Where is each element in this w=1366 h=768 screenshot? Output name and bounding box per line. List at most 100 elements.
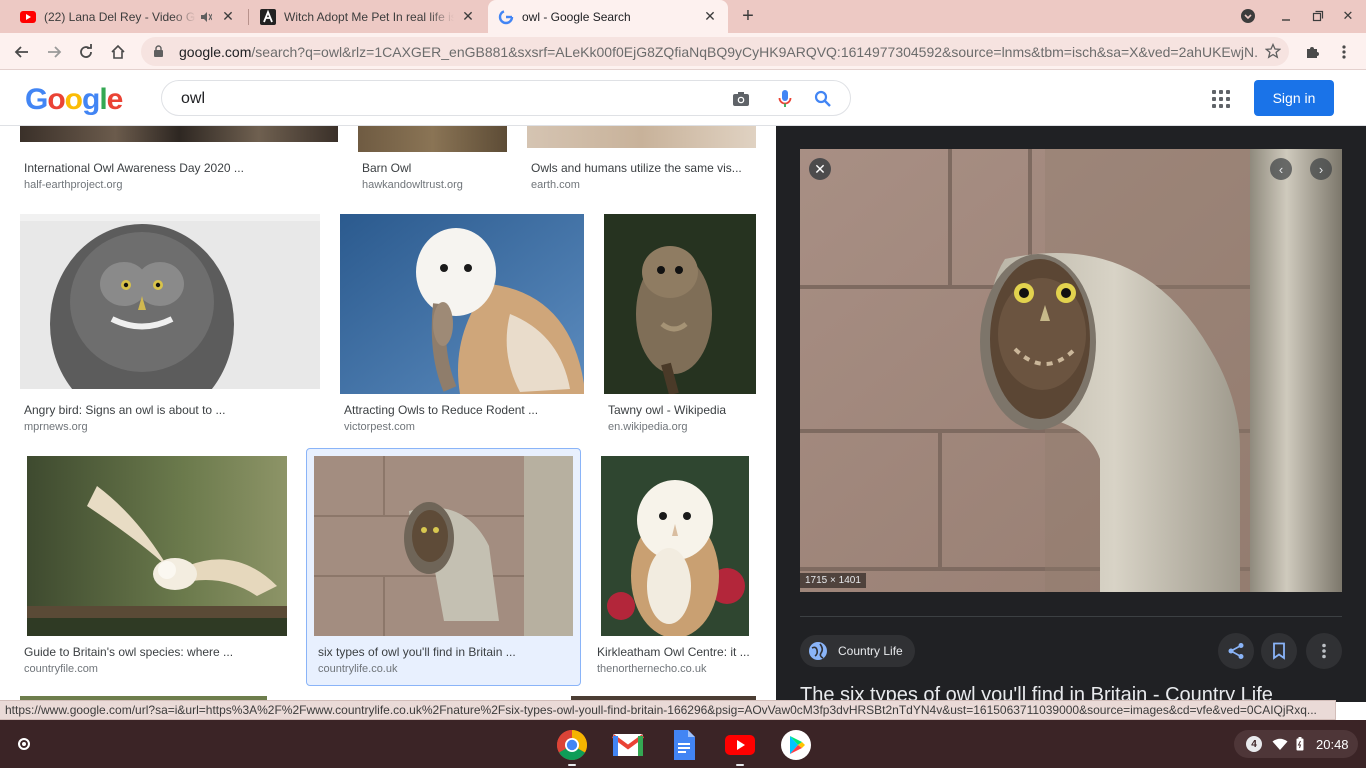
- speaker-icon[interactable]: [200, 11, 214, 23]
- result-thumbnail[interactable]: [20, 126, 338, 142]
- result-caption[interactable]: Guide to Britain's owl species: where ..…: [24, 645, 284, 659]
- tab-separator: [248, 9, 249, 25]
- kirkleatham-barn-owl-image: [601, 456, 749, 636]
- source-site-chip[interactable]: Country Life: [800, 635, 915, 667]
- result-caption[interactable]: Tawny owl - Wikipedia: [608, 403, 758, 417]
- home-icon[interactable]: [105, 39, 131, 65]
- result-thumbnail[interactable]: [358, 126, 507, 152]
- extensions-puzzle-icon[interactable]: [1299, 39, 1325, 65]
- chrome-icon[interactable]: [555, 728, 589, 766]
- back-arrow-icon[interactable]: [9, 39, 35, 65]
- bookmark-star-icon[interactable]: [1265, 43, 1281, 59]
- new-tab-button[interactable]: +: [737, 5, 759, 27]
- result-source: thenorthernecho.co.uk: [597, 663, 707, 675]
- result-caption[interactable]: six types of owl you'll find in Britain …: [318, 645, 573, 659]
- save-bookmark-icon[interactable]: [1261, 633, 1297, 669]
- browser-toolbar: google.com/search?q=owl&rlz=1CAXGER_enGB…: [0, 33, 1366, 70]
- tab-youtube[interactable]: (22) Lana Del Rey - Video Games ✕: [10, 0, 246, 33]
- chrome-menu-icon[interactable]: [1331, 39, 1357, 65]
- result-source: victorpest.com: [344, 421, 415, 433]
- gmail-icon[interactable]: [611, 728, 645, 762]
- os-shelf: 4 20:48: [0, 720, 1366, 768]
- tab-title: owl - Google Search: [522, 9, 631, 24]
- close-icon[interactable]: ✕: [220, 8, 236, 25]
- tab-adoptme[interactable]: Witch Adopt Me Pet In real life is ✕: [250, 0, 486, 33]
- tab-title: (22) Lana Del Rey - Video Games: [44, 9, 196, 24]
- battery-icon: [1296, 737, 1304, 751]
- result-thumbnail[interactable]: [604, 214, 756, 394]
- barn-owl-flying-image: [27, 456, 287, 636]
- image-preview-panel: ✕ ‹ › 1715 × 1401 Country Life The six t…: [776, 126, 1366, 702]
- camera-icon[interactable]: [731, 89, 751, 109]
- minimize-icon[interactable]: [1276, 6, 1296, 26]
- google-icon: [498, 9, 514, 25]
- result-thumbnail[interactable]: [527, 126, 756, 148]
- url-path: /search?q=owl&rlz=1CAXGER_enGB881&sxsrf=…: [251, 43, 1259, 60]
- google-header: Google owl Sign in: [0, 70, 1366, 126]
- preview-image[interactable]: [800, 149, 1342, 592]
- result-caption[interactable]: International Owl Awareness Day 2020 ...: [24, 161, 324, 175]
- close-icon[interactable]: ✕: [460, 8, 476, 25]
- result-source: countrylife.co.uk: [318, 663, 398, 675]
- address-bar[interactable]: google.com/search?q=owl&rlz=1CAXGER_enGB…: [141, 37, 1289, 66]
- result-caption[interactable]: Barn Owl: [362, 161, 512, 175]
- result-caption[interactable]: Owls and humans utilize the same vis...: [531, 161, 753, 175]
- more-options-icon[interactable]: [1306, 633, 1342, 669]
- search-box[interactable]: owl: [161, 80, 851, 116]
- google-logo[interactable]: Google: [25, 83, 123, 117]
- docs-icon[interactable]: [667, 728, 701, 762]
- tab-title: Witch Adopt Me Pet In real life is: [284, 9, 454, 24]
- adoptme-icon: [260, 8, 276, 25]
- google-apps-grid-icon[interactable]: [1212, 90, 1230, 108]
- result-source: en.wikipedia.org: [608, 421, 688, 433]
- result-caption[interactable]: Attracting Owls to Reduce Rodent ...: [344, 403, 584, 417]
- result-source: earth.com: [531, 179, 580, 191]
- close-window-icon[interactable]: ✕: [1338, 6, 1358, 26]
- system-tray[interactable]: 4 20:48: [1234, 730, 1358, 758]
- forward-arrow-icon[interactable]: [41, 39, 67, 65]
- lock-icon[interactable]: [153, 45, 165, 58]
- share-icon[interactable]: [1218, 633, 1254, 669]
- source-site-name: Country Life: [838, 644, 903, 658]
- great-grey-owl-image: [20, 221, 320, 389]
- clock: 20:48: [1316, 736, 1349, 752]
- result-caption[interactable]: Angry bird: Signs an owl is about to ...: [24, 403, 324, 417]
- result-thumbnail[interactable]: [340, 214, 584, 394]
- barn-owl-with-mouse-image: [340, 214, 584, 394]
- notification-count-badge: 4: [1246, 736, 1262, 752]
- result-thumbnail[interactable]: [601, 456, 749, 636]
- running-indicator: [568, 764, 576, 766]
- search-icon[interactable]: [813, 89, 833, 109]
- close-icon[interactable]: ✕: [702, 8, 718, 25]
- wifi-icon: [1272, 738, 1288, 751]
- search-input[interactable]: owl: [181, 90, 205, 108]
- result-source: mprnews.org: [24, 421, 88, 433]
- next-image-icon[interactable]: ›: [1310, 158, 1332, 180]
- result-caption[interactable]: Kirkleatham Owl Centre: it ...: [597, 645, 755, 659]
- youtube-icon[interactable]: [723, 728, 757, 766]
- microphone-icon[interactable]: [775, 89, 795, 109]
- url-host: google.com: [179, 43, 252, 60]
- running-indicator: [736, 764, 744, 766]
- result-source: countryfile.com: [24, 663, 98, 675]
- reload-icon[interactable]: [73, 39, 99, 65]
- sign-in-button[interactable]: Sign in: [1254, 80, 1334, 116]
- url-text: google.com/search?q=owl&rlz=1CAXGER_enGB…: [179, 44, 1259, 60]
- previous-image-icon[interactable]: ‹: [1270, 158, 1292, 180]
- restore-icon[interactable]: [1308, 6, 1328, 26]
- launcher-icon[interactable]: [9, 729, 39, 759]
- tab-strip: (22) Lana Del Rey - Video Games ✕ Witch …: [0, 0, 1366, 33]
- play-store-icon[interactable]: [779, 728, 813, 762]
- youtube-icon: [20, 9, 36, 25]
- owl-in-pipe-image: [800, 149, 1342, 592]
- profile-menu-icon[interactable]: [1238, 6, 1258, 26]
- link-status-bar: https://www.google.com/url?sa=i&url=http…: [0, 700, 1336, 720]
- close-preview-icon[interactable]: ✕: [809, 158, 831, 180]
- result-thumbnail[interactable]: [314, 456, 573, 636]
- tawny-owl-image: [604, 214, 756, 394]
- divider: [800, 616, 1342, 617]
- result-thumbnail[interactable]: [20, 214, 320, 389]
- result-source: half-earthproject.org: [24, 179, 123, 191]
- tab-google-search[interactable]: owl - Google Search ✕: [488, 0, 728, 33]
- result-thumbnail[interactable]: [27, 456, 287, 636]
